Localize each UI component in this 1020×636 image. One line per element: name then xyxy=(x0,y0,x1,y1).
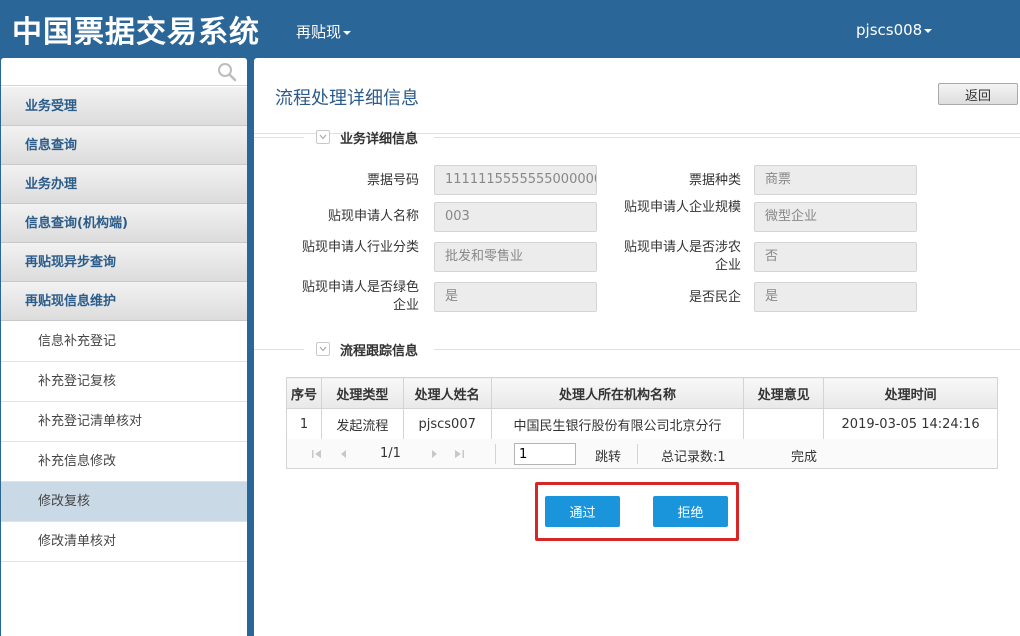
reject-button[interactable]: 拒绝 xyxy=(653,496,728,527)
field-value-enterprise-size[interactable]: 微型企业 xyxy=(754,202,917,232)
chevron-down-icon xyxy=(319,346,327,352)
table-cell: 发起流程 xyxy=(320,408,404,440)
field-value-bill-number[interactable]: 1111115555555000000 xyxy=(434,165,597,195)
nav-group-business-acceptance[interactable]: 业务受理 xyxy=(1,87,247,126)
section-collapse-toggle[interactable] xyxy=(316,130,330,144)
nav-group-async-query[interactable]: 再贴现异步查询 xyxy=(1,243,247,282)
table-cell: 1 xyxy=(286,408,322,440)
pager-divider xyxy=(495,444,496,464)
divider xyxy=(254,137,304,138)
field-label-agri-enterprise: 贴现申请人是否涉农企业 xyxy=(623,240,741,273)
nav-item-modify-list-check[interactable]: 修改清单核对 xyxy=(1,522,247,562)
column-header[interactable]: 处理类型 xyxy=(320,377,404,409)
divider xyxy=(254,349,304,350)
field-label-bill-number: 票据号码 xyxy=(366,173,419,188)
back-button[interactable]: 返回 xyxy=(938,83,1018,105)
field-label-industry: 贴现申请人行业分类 xyxy=(301,240,419,255)
column-header[interactable]: 处理时间 xyxy=(823,377,998,409)
app-header: 中国票据交易系统 再贴现 pjscs008 xyxy=(0,0,1020,57)
column-header[interactable]: 处理人姓名 xyxy=(402,377,492,409)
column-header[interactable]: 处理人所在机构名称 xyxy=(490,377,745,409)
main-panel: 流程处理详细信息 返回 业务详细信息 票据号码 1111115555555000… xyxy=(254,58,1020,636)
business-section-header: 业务详细信息 xyxy=(254,127,1020,147)
field-value-private-enterprise[interactable]: 是 xyxy=(754,282,917,312)
nav-item-info-supplement[interactable]: 信息补充登记 xyxy=(1,322,247,362)
jump-button[interactable]: 跳转 xyxy=(595,446,621,465)
section-title: 流程跟踪信息 xyxy=(340,344,419,359)
field-label-applicant-name: 贴现申请人名称 xyxy=(327,209,419,224)
section-collapse-toggle[interactable] xyxy=(316,342,330,356)
table-row[interactable]: 1 发起流程 pjscs007 中国民生银行股份有限公司北京分行 2019-03… xyxy=(286,408,998,440)
page-number-input[interactable] xyxy=(514,443,576,465)
column-header[interactable]: 序号 xyxy=(286,377,322,409)
field-label-private-enterprise: 是否民企 xyxy=(688,290,741,305)
search-icon[interactable] xyxy=(217,62,237,82)
total-records: 总记录数:1 xyxy=(661,450,726,465)
chevron-down-icon xyxy=(319,134,327,140)
field-label-enterprise-size: 贴现申请人企业规模 xyxy=(623,200,741,215)
user-menu[interactable]: pjscs008 xyxy=(856,21,933,39)
caret-down-icon xyxy=(343,30,352,35)
app-title: 中国票据交易系统 xyxy=(12,15,260,50)
divider xyxy=(434,349,1020,350)
table-cell: 2019-03-05 14:24:16 xyxy=(823,408,998,440)
section-title: 业务详细信息 xyxy=(340,132,419,147)
last-page-icon[interactable] xyxy=(453,448,465,460)
sidebar-search xyxy=(1,58,247,86)
field-label-green-enterprise: 贴现申请人是否绿色企业 xyxy=(301,280,419,313)
nav-item-supplement-review[interactable]: 补充登记复核 xyxy=(1,362,247,402)
trace-section-header: 流程跟踪信息 xyxy=(254,339,1020,359)
prev-page-icon[interactable] xyxy=(338,448,350,460)
caret-down-icon xyxy=(924,28,933,33)
column-header[interactable]: 处理意见 xyxy=(743,377,825,409)
table-header-row: 序号 处理类型 处理人姓名 处理人所在机构名称 处理意见 处理时间 xyxy=(286,377,998,409)
field-value-applicant-name[interactable]: 003 xyxy=(434,202,597,232)
pager-status: 完成 xyxy=(791,450,818,465)
nav-item-supplement-list-check[interactable]: 补充登记清单核对 xyxy=(1,402,247,442)
field-value-bill-type[interactable]: 商票 xyxy=(754,165,917,195)
module-menu-label: 再贴现 xyxy=(296,23,342,41)
page-title: 流程处理详细信息 xyxy=(275,88,419,109)
table-cell: 中国民生银行股份有限公司北京分行 xyxy=(490,408,745,440)
field-label-bill-type: 票据种类 xyxy=(688,173,741,188)
divider xyxy=(434,137,1020,138)
table-cell xyxy=(743,408,825,440)
sidebar: 业务受理 信息查询 业务办理 信息查询(机构端) 再贴现异步查询 再贴现信息维护… xyxy=(1,58,247,636)
field-value-green-enterprise[interactable]: 是 xyxy=(434,282,597,312)
next-page-icon[interactable] xyxy=(428,448,440,460)
table-cell: pjscs007 xyxy=(402,408,492,440)
table-pager: 1/1 跳转 总记录数:1 完成 xyxy=(286,439,998,469)
nav-item-supplement-modify[interactable]: 补充信息修改 xyxy=(1,442,247,482)
approve-button[interactable]: 通过 xyxy=(545,496,620,527)
first-page-icon[interactable] xyxy=(311,448,323,460)
nav-item-modify-review[interactable]: 修改复核 xyxy=(1,482,247,522)
nav-group-info-query-institution[interactable]: 信息查询(机构端) xyxy=(1,204,247,243)
nav-group-business-handling[interactable]: 业务办理 xyxy=(1,165,247,204)
sidebar-search-input[interactable] xyxy=(1,58,247,86)
field-value-industry[interactable]: 批发和零售业 xyxy=(434,242,597,272)
user-menu-label: pjscs008 xyxy=(856,21,923,39)
pager-divider xyxy=(637,444,638,464)
nav-group-info-query[interactable]: 信息查询 xyxy=(1,126,247,165)
field-value-agri-enterprise[interactable]: 否 xyxy=(754,242,917,272)
page-info: 1/1 xyxy=(380,446,401,461)
trace-table: 序号 处理类型 处理人姓名 处理人所在机构名称 处理意见 处理时间 1 发起流程… xyxy=(286,377,998,440)
nav-group-info-maintenance[interactable]: 再贴现信息维护 xyxy=(1,282,247,321)
module-menu[interactable]: 再贴现 xyxy=(296,21,352,42)
